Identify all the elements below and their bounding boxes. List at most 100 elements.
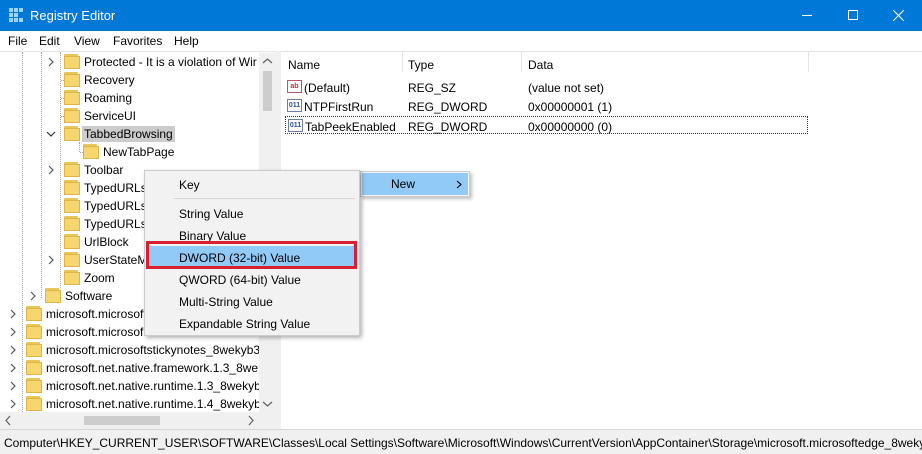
column-divider[interactable]	[521, 52, 522, 72]
registry-path: Computer\HKEY_CURRENT_USER\SOFTWARE\Clas…	[4, 436, 922, 450]
scroll-thumb[interactable]	[263, 71, 272, 111]
value-data: 0x00000000 (0)	[528, 120, 613, 134]
folder-icon	[64, 234, 80, 249]
menu-item-label: QWORD (64-bit) Value	[179, 273, 301, 287]
chevron-right-icon[interactable]	[46, 255, 56, 265]
minimize-button[interactable]	[784, 0, 830, 31]
tree-item-label: NewTabPage	[103, 145, 175, 159]
tree-item-tabbedbrowsing[interactable]: TabbedBrowsing	[0, 125, 262, 143]
value-row-default[interactable]: ab (Default) REG_SZ (value not set)	[285, 78, 808, 96]
value-type: REG_DWORD	[408, 100, 488, 114]
tree-item-protected[interactable]: Protected - It is a violation of Wir	[0, 53, 262, 71]
folder-icon	[64, 198, 80, 213]
dword-value-icon: 011	[287, 99, 302, 112]
chevron-right-icon[interactable]	[8, 327, 18, 337]
folder-icon	[64, 90, 80, 105]
menu-file[interactable]: File	[8, 34, 27, 48]
menu-item-qword-value[interactable]: QWORD (64-bit) Value	[147, 268, 357, 290]
dword-value-icon: 011	[288, 119, 303, 132]
folder-icon	[26, 342, 42, 357]
chevron-right-icon[interactable]	[8, 381, 18, 391]
chevron-right-icon[interactable]	[28, 291, 38, 301]
folder-icon	[26, 378, 42, 393]
scroll-right-icon[interactable]	[242, 412, 259, 429]
menu-item-new[interactable]: New	[362, 173, 468, 195]
tree-item-roaming[interactable]: Roaming	[0, 89, 262, 107]
tree-item-stickynotes[interactable]: microsoft.microsoftstickynotes_8wekyb3	[0, 341, 262, 359]
folder-icon	[64, 72, 80, 87]
column-divider[interactable]	[808, 52, 809, 72]
scroll-down-icon[interactable]	[259, 395, 276, 412]
window-title: Registry Editor	[30, 8, 116, 23]
context-menu: New	[360, 171, 470, 197]
value-name: (Default)	[304, 81, 351, 95]
folder-icon	[83, 144, 99, 159]
menu-help[interactable]: Help	[174, 34, 199, 48]
chevron-right-icon[interactable]	[8, 363, 18, 373]
menu-item-multi-string-value[interactable]: Multi-String Value	[147, 290, 357, 312]
menu-edit[interactable]: Edit	[39, 34, 60, 48]
column-divider[interactable]	[402, 52, 403, 72]
menu-item-label: String Value	[179, 207, 244, 221]
status-bar: Computer\HKEY_CURRENT_USER\SOFTWARE\Clas…	[0, 429, 922, 454]
tree-item-net-runtime-14[interactable]: microsoft.net.native.runtime.1.4_8wekyb	[0, 395, 262, 413]
chevron-right-icon[interactable]	[46, 165, 56, 175]
tree-item-label: microsoft.microsoft	[46, 307, 147, 321]
maximize-icon	[848, 10, 858, 20]
menu-item-label: New	[391, 177, 416, 191]
column-header-data[interactable]: Data	[528, 58, 553, 72]
values-list-panel[interactable]: Name Type Data ab (Default) REG_SZ (valu…	[281, 51, 922, 429]
tree-item-label: microsoft.microsof	[46, 325, 144, 339]
folder-icon	[26, 306, 42, 321]
value-row-ntpfirstrun[interactable]: 011 NTPFirstRun REG_DWORD 0x00000001 (1)	[285, 97, 808, 115]
value-row-tabpeekenabled[interactable]: 011 TabPeekEnabled REG_DWORD 0x00000000 …	[285, 116, 808, 134]
tree-item-label: microsoft.microsoftstickynotes_8wekyb3	[46, 343, 261, 357]
scroll-left-icon[interactable]	[0, 412, 17, 429]
menu-view[interactable]: View	[74, 34, 100, 48]
tree-item-label: ServiceUI	[84, 109, 137, 123]
menu-item-label: Expandable String Value	[179, 317, 311, 331]
menu-item-expandable-string-value[interactable]: Expandable String Value	[147, 312, 357, 334]
column-header-name[interactable]: Name	[288, 58, 320, 72]
scroll-thumb[interactable]	[84, 416, 160, 425]
tree-item-label: Roaming	[84, 91, 133, 105]
menu-item-string-value[interactable]: String Value	[147, 202, 357, 224]
tree-item-newtabpage[interactable]: NewTabPage	[0, 143, 262, 161]
menu-item-label: Multi-String Value	[179, 295, 273, 309]
tree-item-net-framework[interactable]: microsoft.net.native.framework.1.3_8we	[0, 359, 262, 377]
close-button[interactable]	[876, 0, 922, 31]
scroll-up-icon[interactable]	[259, 53, 276, 70]
folder-icon	[64, 270, 80, 285]
highlight-callout-box	[146, 241, 357, 269]
maximize-button[interactable]	[830, 0, 876, 31]
minimize-icon	[802, 15, 812, 16]
tree-item-serviceui[interactable]: ServiceUI	[0, 107, 262, 125]
chevron-right-icon[interactable]	[46, 57, 56, 67]
tree-item-recovery[interactable]: Recovery	[0, 71, 262, 89]
folder-icon	[64, 162, 80, 177]
registry-editor-window: Registry Editor File Edit View Favorites…	[0, 0, 922, 454]
chevron-right-icon[interactable]	[8, 309, 18, 319]
chevron-right-icon[interactable]	[8, 345, 18, 355]
column-header-type[interactable]: Type	[408, 58, 434, 72]
tree-item-net-runtime-13[interactable]: microsoft.net.native.runtime.1.3_8wekyb	[0, 377, 262, 395]
title-bar: Registry Editor	[0, 0, 922, 31]
folder-icon	[64, 252, 80, 267]
submenu-arrow-icon	[456, 180, 462, 189]
registry-editor-icon	[9, 8, 23, 22]
scroll-corner	[259, 412, 276, 429]
chevron-right-icon[interactable]	[8, 399, 18, 409]
folder-icon	[26, 324, 42, 339]
tree-item-label: Recovery	[84, 73, 135, 87]
close-icon	[893, 10, 904, 21]
tree-item-label: Toolbar	[84, 163, 124, 177]
menu-separator	[173, 198, 355, 199]
menu-item-key[interactable]: Key	[147, 173, 357, 195]
tree-item-label: UserStateM	[84, 253, 148, 267]
menu-favorites[interactable]: Favorites	[113, 34, 162, 48]
folder-icon	[64, 54, 80, 69]
tree-horizontal-scrollbar[interactable]	[0, 412, 259, 429]
string-value-icon: ab	[287, 80, 302, 93]
chevron-down-icon[interactable]	[46, 129, 56, 139]
menu-bar: File Edit View Favorites Help	[0, 31, 922, 51]
